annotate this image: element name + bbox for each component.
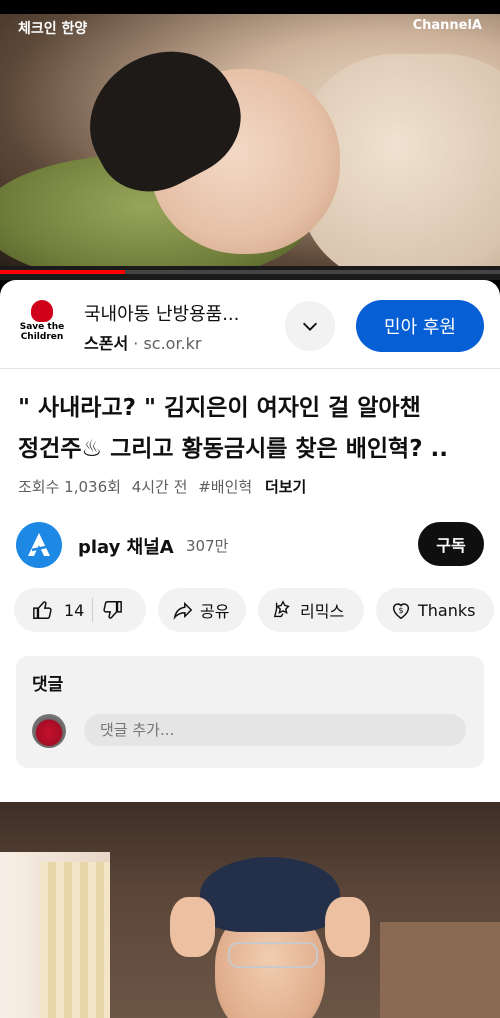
comments-header: 댓글 — [32, 675, 64, 695]
ad-logo-text-1: Save the — [19, 322, 65, 332]
thumbnail-hand-right — [325, 897, 370, 957]
ad-subtitle: 스폰서 · sc.or.kr — [84, 330, 201, 354]
separator-dot: · — [133, 334, 144, 353]
video-progress-bar[interactable] — [0, 266, 500, 280]
watch-sheet: Save the Children 국내아동 난방용품... 스폰서 · sc.… — [0, 280, 500, 802]
subscribe-button[interactable]: 구독 — [418, 522, 484, 566]
like-count: 14 — [64, 600, 85, 620]
divider — [0, 368, 500, 369]
like-dislike-group: 14 — [14, 588, 146, 632]
progress-fill — [0, 270, 125, 274]
remix-icon — [273, 600, 290, 618]
sponsored-ad[interactable]: Save the Children 국내아동 난방용품... 스폰서 · sc.… — [0, 280, 500, 368]
comment-input[interactable] — [84, 714, 466, 746]
thanks-button[interactable]: $ Thanks — [376, 588, 494, 632]
video-player[interactable]: 체크인 한양 ChannelA — [0, 14, 500, 266]
video-meta[interactable]: 조회수 1,036회 4시간 전 #배인혁 더보기 — [18, 476, 306, 497]
thanks-label: Thanks — [418, 600, 476, 620]
remix-button[interactable]: 리믹스 — [258, 588, 364, 632]
video-title-line-2: 정건주♨ 그리고 황동금시를 찾은 배인혁? .. — [18, 436, 449, 462]
thumbs-down-icon — [103, 601, 123, 619]
save-the-children-icon — [31, 300, 53, 322]
thumbnail-curtain — [40, 862, 110, 1018]
hashtag[interactable]: #배인혁 — [198, 478, 252, 496]
sponsor-label: 스폰서 — [84, 334, 129, 353]
more-button[interactable]: 더보기 — [265, 478, 306, 496]
video-title[interactable]: " 사내라고? " 김지은이 여자인 걸 알아챈 정건주♨ 그리고 황동금시를 … — [18, 388, 488, 470]
program-title-overlay: 체크인 한양 — [18, 21, 88, 37]
ad-domain: sc.or.kr — [143, 334, 202, 353]
action-bar: 14 공유 리믹스 $ Thanks — [0, 588, 500, 634]
thumbnail-shelf — [380, 922, 500, 1018]
user-avatar — [32, 714, 66, 748]
ad-expand-button[interactable] — [285, 301, 335, 351]
thanks-heart-icon: $ — [392, 603, 410, 620]
thumbnail-glasses — [228, 942, 318, 968]
next-video-thumbnail[interactable] — [0, 802, 500, 1018]
share-icon — [173, 601, 193, 620]
thumbnail-hand-left — [170, 897, 215, 957]
channel-watermark: ChannelA — [412, 18, 482, 33]
share-button[interactable]: 공유 — [158, 588, 246, 632]
ad-logo-text-2: Children — [20, 332, 64, 342]
ad-logo: Save the Children — [14, 300, 70, 352]
ad-cta-button[interactable]: 민아 후원 — [356, 300, 484, 352]
channel-name[interactable]: play 채널A — [78, 533, 174, 559]
thumbnail-hat — [200, 857, 340, 932]
chevron-down-icon — [302, 322, 318, 331]
dislike-button[interactable] — [101, 599, 123, 621]
subscriber-count: 307만 — [186, 537, 229, 555]
like-separator — [92, 598, 94, 622]
like-button[interactable]: 14 — [32, 599, 84, 621]
svg-text:$: $ — [398, 605, 403, 615]
ad-title: 국내아동 난방용품... — [84, 304, 240, 325]
view-count: 조회수 1,036회 — [18, 478, 121, 496]
channel-avatar[interactable] — [16, 522, 62, 568]
channel-logo-icon — [28, 533, 50, 556]
channel-row: play 채널A 307만 구독 — [0, 518, 500, 570]
share-label: 공유 — [200, 602, 230, 621]
comments-panel[interactable]: 댓글 — [16, 656, 484, 768]
video-title-line-1: " 사내라고? " 김지은이 여자인 걸 알아챈 — [18, 395, 421, 421]
thumbs-up-icon — [33, 601, 52, 619]
upload-age: 4시간 전 — [131, 478, 188, 496]
remix-label: 리믹스 — [300, 602, 345, 621]
